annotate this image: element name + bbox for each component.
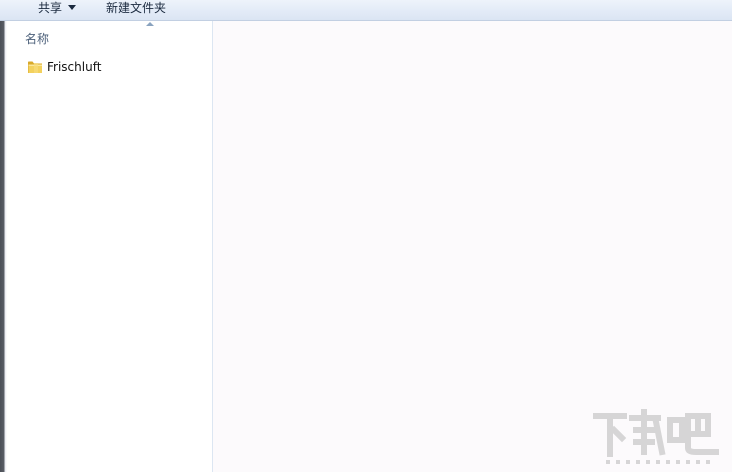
sort-ascending-icon (146, 22, 154, 26)
list-item-label: Frischluft (47, 60, 102, 74)
file-list-pane: 名称 Frischluft (7, 21, 213, 472)
new-folder-button-label: 新建文件夹 (106, 1, 167, 15)
name-column-label: 名称 (25, 32, 50, 46)
new-folder-button[interactable]: 新建文件夹 (106, 0, 166, 18)
share-button-label: 共享 (38, 1, 63, 15)
name-column-header[interactable]: 名称 (7, 21, 212, 47)
list-item[interactable]: Frischluft (25, 58, 195, 76)
folder-icon (28, 61, 42, 73)
site-logo-watermark (593, 409, 719, 464)
chevron-down-icon (68, 5, 77, 10)
preview-pane (213, 21, 732, 472)
window-left-border (0, 0, 7, 472)
command-bar: 共享 新建文件夹 (0, 0, 732, 21)
share-button[interactable]: 共享 (38, 0, 77, 18)
explorer-window: 共享 新建文件夹 名称 Frischluft (0, 0, 732, 472)
